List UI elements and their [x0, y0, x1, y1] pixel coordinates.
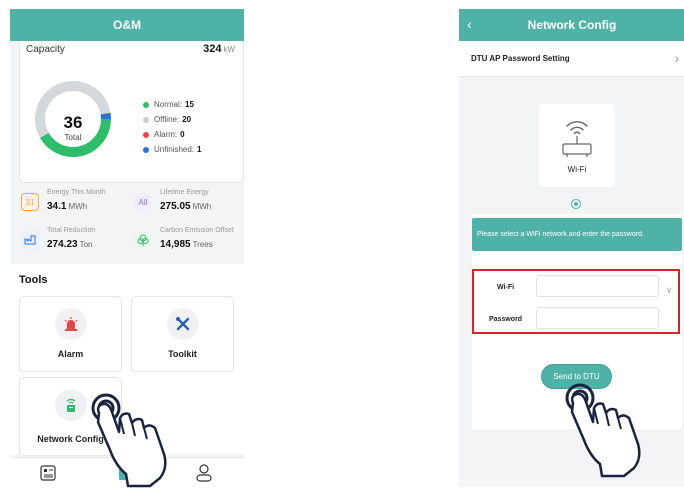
- stat-lifetime-energy: All Lifetime Energy 275.05 MWh: [132, 189, 244, 225]
- tool-label: Alarm: [57, 349, 84, 359]
- header-bar: O&M: [10, 9, 244, 41]
- calendar-icon: 31: [21, 193, 39, 211]
- dashboard-tab-icon[interactable]: [38, 463, 58, 483]
- stat-title: Lifetime Energy: [160, 189, 209, 196]
- legend-unfinished: Unfinished: 1: [143, 142, 201, 157]
- instruction-banner: Please select a WiFi network and enter t…: [472, 218, 682, 251]
- bottom-tab-bar: [10, 457, 244, 487]
- password-field-label: Password: [489, 316, 523, 323]
- legend-dot: [143, 116, 149, 123]
- legend-alarm: Alarm: 0: [143, 127, 201, 142]
- legend-dot: [143, 131, 149, 138]
- wifi-radio-button[interactable]: [571, 199, 581, 209]
- status-legend: Normal: 15 Offline: 20 Alarm: 0 Unfinished:…: [143, 97, 201, 157]
- stat-value: 34.1 MWh: [47, 201, 88, 212]
- legend-dot: [143, 146, 149, 153]
- stat-total-reduction: Total Reduction 274.23 Ton: [19, 227, 131, 263]
- tool-label: Network Config: [37, 434, 104, 444]
- stat-title: Energy This Month: [47, 189, 106, 196]
- ap-password-setting-row[interactable]: DTU AP Password Setting ›: [459, 41, 684, 77]
- send-to-dtu-button[interactable]: Send to DTU: [541, 364, 612, 389]
- stat-value: 274.23 Ton: [47, 239, 93, 250]
- password-input[interactable]: [536, 307, 659, 329]
- legend-normal: Normal: 15: [143, 97, 201, 112]
- capacity-label: Capacity: [26, 44, 65, 55]
- stat-value: 14,985 Trees: [160, 239, 213, 250]
- page-title: O&M: [113, 18, 141, 32]
- wifi-field-label: Wi-Fi: [497, 284, 515, 291]
- stat-carbon-offset: Carbon Emission Offset 14,985 Trees: [132, 227, 244, 263]
- alarm-siren-icon: [55, 308, 87, 340]
- legend-dot: [143, 101, 149, 108]
- capacity-card[interactable]: Capacity 324 kW 36 Total Normal: 15 Offlin…: [19, 41, 244, 183]
- chevron-down-icon[interactable]: ∨: [666, 285, 673, 296]
- donut-total-value: 36: [63, 113, 83, 132]
- tool-toolkit-button[interactable]: Toolkit: [131, 296, 234, 372]
- profile-tab-icon[interactable]: [194, 463, 214, 483]
- chevron-right-icon: ›: [674, 50, 679, 66]
- stat-title: Total Reduction: [47, 227, 96, 234]
- all-energy-icon: All: [134, 193, 152, 211]
- tools-tab-icon[interactable]: [116, 463, 136, 483]
- wifi-router-icon: [562, 121, 592, 157]
- capacity-value: 324 kW: [203, 43, 235, 55]
- legend-offline: Offline: 20: [143, 112, 201, 127]
- donut-total-label: Total: [64, 133, 82, 142]
- tool-alarm-button[interactable]: Alarm: [19, 296, 122, 372]
- header-bar: ‹ Network Config: [459, 9, 684, 41]
- factory-icon: [21, 231, 39, 249]
- stat-value: 275.05 MWh: [160, 201, 212, 212]
- network-config-screen: ‹ Network Config DTU AP Password Setting…: [459, 9, 684, 487]
- tree-icon: [134, 231, 152, 249]
- tool-label: Toolkit: [168, 349, 197, 359]
- page-title: Network Config: [527, 18, 617, 32]
- wifi-option-card[interactable]: Wi-Fi: [539, 104, 615, 187]
- wifi-option-label: Wi-Fi: [567, 165, 587, 174]
- tools-section: Tools Alarm Toolkit Network Config: [10, 264, 244, 456]
- wifi-ssid-select[interactable]: [536, 275, 659, 297]
- ap-password-label: DTU AP Password Setting: [471, 54, 570, 63]
- om-screen: O&M Capacity 324 kW 36 Total Normal: 15 Of…: [10, 9, 244, 487]
- router-icon: [55, 389, 87, 421]
- stat-energy-this-month: 31 Energy This Month 34.1 MWh: [19, 189, 131, 225]
- tool-network-config-button[interactable]: Network Config: [19, 377, 122, 456]
- tools-title: Tools: [19, 274, 48, 286]
- toolkit-icon: [167, 308, 199, 340]
- back-chevron-icon[interactable]: ‹: [467, 16, 472, 32]
- stat-title: Carbon Emission Offset: [160, 227, 234, 234]
